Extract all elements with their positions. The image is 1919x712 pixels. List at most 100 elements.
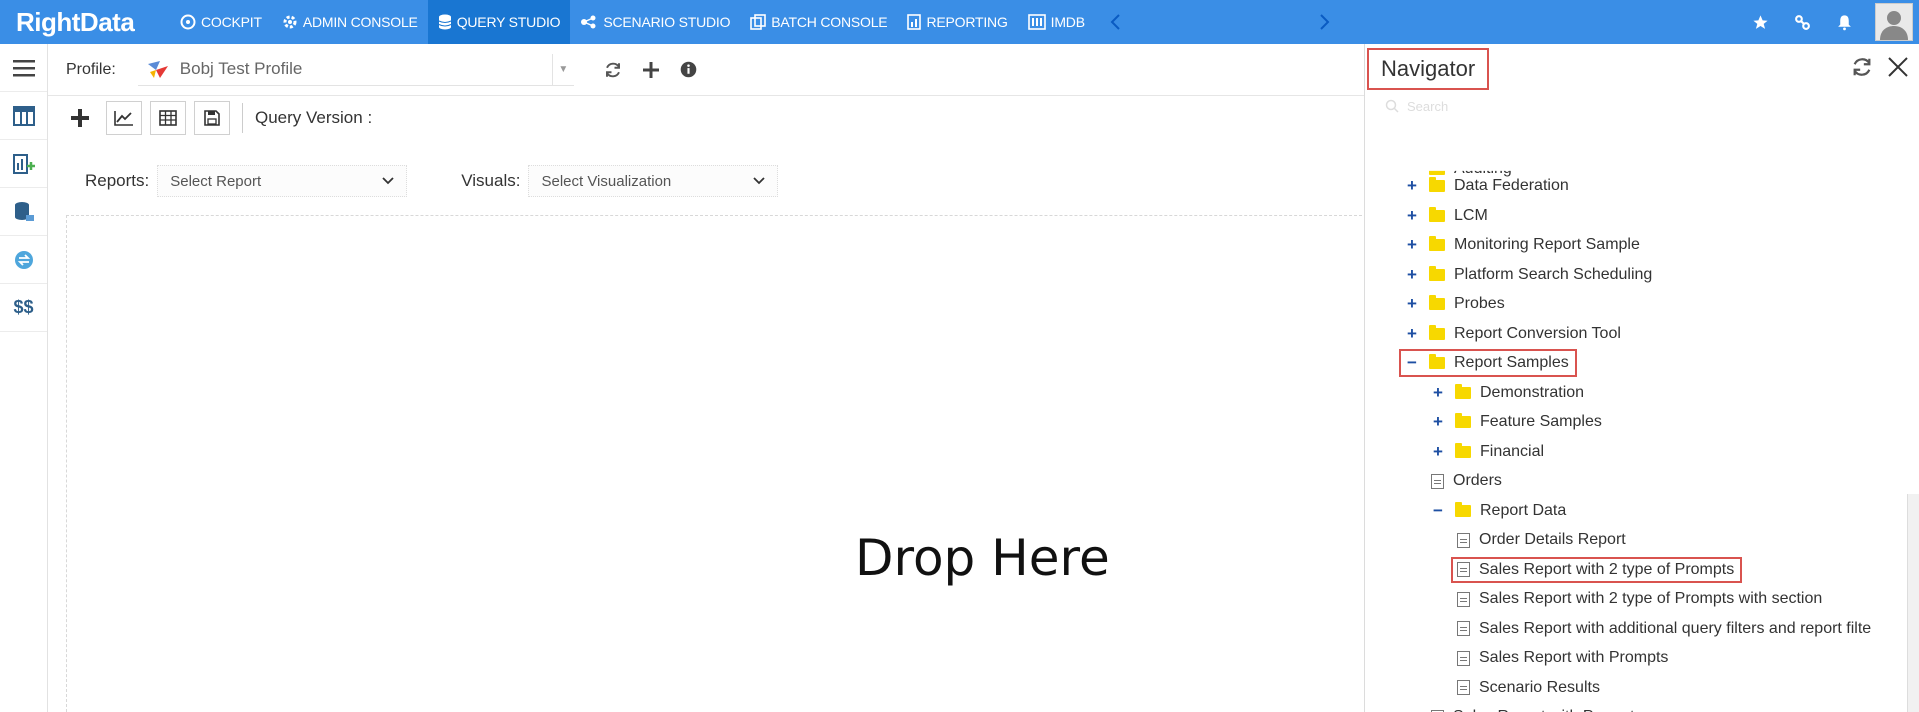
database-icon [438, 14, 451, 30]
cockpit-icon [180, 14, 196, 30]
visuals-select[interactable]: Select Visualization [528, 165, 779, 197]
save-query-button[interactable] [194, 101, 230, 135]
tree-item-label: Order Details Report [1479, 531, 1626, 548]
navigator-search-placeholder: Search [1407, 98, 1449, 114]
close-icon[interactable] [1887, 56, 1909, 78]
rail-chart-add[interactable] [0, 140, 47, 188]
collapse-icon[interactable]: − [1405, 353, 1419, 373]
expand-icon[interactable]: + [1405, 265, 1419, 285]
nav-scenario-studio[interactable]: SCENARIO STUDIO [570, 0, 740, 44]
navigator-header: Navigator [1365, 44, 1919, 94]
top-nav-bar: RightData COCKPIT ADMIN CONSOLE QUERY ST… [0, 0, 1919, 44]
nav-imdb[interactable]: IMDB [1018, 0, 1095, 44]
plus-icon [71, 109, 89, 127]
refresh-profile-button[interactable] [594, 54, 632, 86]
plus-icon [642, 61, 659, 78]
user-silhouette-icon [1880, 11, 1908, 40]
nav-reporting-label: REPORTING [926, 14, 1008, 30]
tree-report[interactable]: Sales Report with 2 type of Prompts with… [1457, 587, 1822, 611]
nav-reporting[interactable]: REPORTING [897, 0, 1017, 44]
nav-admin-console[interactable]: ADMIN CONSOLE [272, 0, 428, 44]
drop-zone[interactable] [66, 215, 1362, 712]
user-avatar[interactable] [1875, 3, 1913, 41]
refresh-icon[interactable] [1851, 56, 1873, 78]
nav-batch-console[interactable]: BATCH CONSOLE [740, 0, 897, 44]
tree-folder[interactable]: + Financial [1431, 440, 1544, 464]
nav-scroll-right[interactable] [1305, 0, 1345, 44]
profile-select[interactable]: Bobj Test Profile ▼ [137, 53, 574, 86]
query-toolbar: Query Version : [48, 98, 748, 138]
reports-select[interactable]: Select Report [157, 165, 408, 197]
tree-report[interactable]: Sales Report with Prompts [1431, 705, 1642, 712]
add-profile-button[interactable] [632, 54, 670, 86]
expand-icon[interactable]: + [1405, 235, 1419, 255]
chevron-left-icon [1110, 14, 1120, 30]
expand-icon[interactable]: + [1405, 294, 1419, 314]
tree-item-label: Data Federation [1454, 177, 1569, 194]
tree-item-label: Report Data [1480, 501, 1567, 519]
rail-table[interactable] [0, 92, 47, 140]
rail-dollar[interactable]: $$ [0, 284, 47, 332]
tree-report[interactable]: Orders [1431, 469, 1502, 493]
profile-info-button[interactable] [670, 54, 708, 86]
table-view-button[interactable] [150, 101, 186, 135]
tree-report[interactable]: Sales Report with additional query filte… [1457, 617, 1871, 641]
expand-icon[interactable]: + [1405, 206, 1419, 226]
tree-item-label: Platform Search Scheduling [1454, 265, 1653, 283]
grid-table-icon [159, 110, 177, 126]
rail-menu[interactable] [0, 44, 47, 92]
nav-scroll-left[interactable] [1095, 0, 1135, 44]
link-icon [1794, 14, 1810, 30]
report-doc-icon [1457, 562, 1470, 577]
table-icon [12, 105, 35, 126]
bell-icon [1837, 14, 1851, 30]
logo-text: RightData [16, 6, 135, 37]
links-button[interactable] [1781, 0, 1823, 44]
expand-icon[interactable]: + [1431, 412, 1445, 432]
chart-view-button[interactable] [106, 101, 142, 135]
tree-report[interactable]: Order Details Report [1457, 528, 1626, 552]
drop-here-text: Drop Here [855, 529, 1110, 587]
tree-folder[interactable]: + Demonstration [1431, 381, 1584, 405]
chevron-down-icon [753, 177, 766, 185]
visuals-select-value: Select Visualization [541, 172, 672, 190]
navigator-title: Navigator [1367, 48, 1490, 90]
profile-label: Profile: [66, 60, 116, 78]
compare-icon [14, 250, 33, 269]
tree-folder[interactable]: − Report Data [1431, 499, 1566, 523]
tree-item-label: Sales Report with Prompts [1453, 708, 1642, 712]
tree-folder[interactable]: − Report Samples [1399, 349, 1577, 377]
notifications-button[interactable] [1823, 0, 1865, 44]
tree-item-label: Monitoring Report Sample [1454, 236, 1640, 253]
tree-item-label: Sales Report with additional query filte… [1479, 619, 1872, 637]
nav-cockpit[interactable]: COCKPIT [170, 0, 272, 44]
favorites-button[interactable] [1739, 0, 1781, 44]
rail-compare[interactable] [0, 236, 47, 284]
expand-icon[interactable]: + [1431, 383, 1445, 403]
info-icon [681, 61, 697, 78]
tree-folder[interactable]: + Platform Search Scheduling [1405, 263, 1652, 287]
tree-folder[interactable]: + Data Federation [1405, 174, 1569, 198]
tree-folder[interactable]: + Feature Samples [1431, 410, 1602, 434]
expand-icon[interactable]: + [1431, 442, 1445, 462]
report-doc-icon [1457, 680, 1470, 695]
collapse-icon[interactable]: − [1431, 501, 1445, 521]
tree-report[interactable]: Scenario Results [1457, 676, 1600, 700]
folder-icon [1429, 177, 1445, 192]
rail-database[interactable] [0, 188, 47, 236]
navigator-search[interactable]: Search [1385, 94, 1919, 118]
folder-icon [1429, 354, 1445, 369]
tree-folder[interactable]: + LCM [1405, 204, 1488, 228]
tree-report[interactable]: Sales Report with Prompts [1457, 646, 1668, 670]
nav-query-studio[interactable]: QUERY STUDIO [427, 0, 571, 44]
expand-icon[interactable]: + [1405, 176, 1419, 196]
tree-report[interactable]: Sales Report with 2 type of Prompts [1451, 556, 1743, 583]
tree-folder[interactable]: + Monitoring Report Sample [1405, 233, 1640, 257]
tree-folder[interactable]: + Report Conversion Tool [1405, 322, 1621, 346]
rightdata-logo[interactable]: RightData [0, 0, 170, 44]
tree-folder[interactable]: + Probes [1405, 292, 1505, 316]
add-query-button[interactable] [62, 101, 98, 135]
folder-icon [1429, 170, 1445, 175]
navigator-scrollbar[interactable] [1907, 494, 1919, 712]
expand-icon[interactable]: + [1405, 324, 1419, 344]
